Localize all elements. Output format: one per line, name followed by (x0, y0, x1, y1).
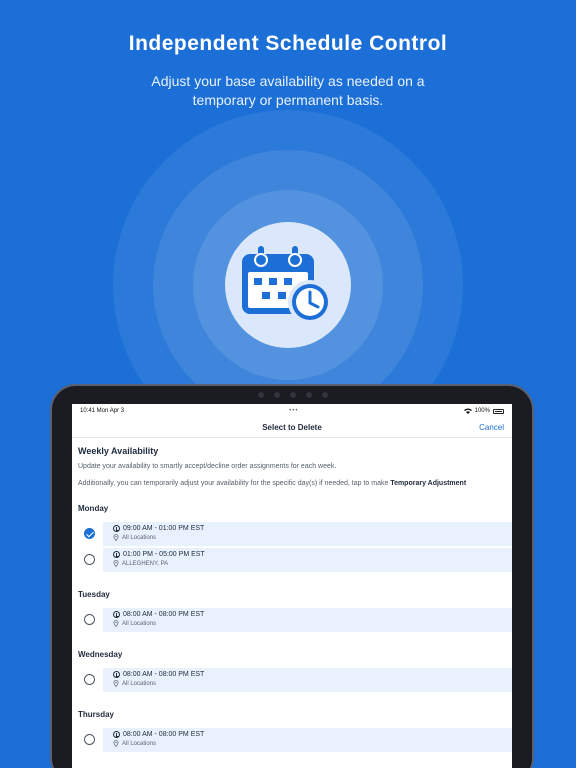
battery-icon (492, 408, 504, 414)
clock-icon (113, 551, 120, 558)
day-heading-monday: Monday (78, 504, 109, 513)
calendar-clock-icon (242, 246, 332, 324)
wifi-icon (463, 408, 472, 414)
clock-icon (113, 671, 120, 678)
camera-dot (322, 392, 328, 398)
availability-slot[interactable]: 09:00 AM - 01:00 PM EST All Locations (78, 522, 512, 546)
slot-checkbox[interactable] (84, 554, 95, 565)
slot-time: 09:00 AM - 01:00 PM EST (123, 525, 205, 532)
slot-card[interactable]: 08:00 AM - 08:00 PM EST All Locations (103, 668, 512, 692)
availability-slot[interactable]: 01:00 PM - 05:00 PM EST ALLEGHENY, PA (78, 548, 512, 572)
slot-checkbox[interactable] (84, 614, 95, 625)
cancel-button[interactable]: Cancel (479, 423, 504, 432)
slot-time: 01:00 PM - 05:00 PM EST (123, 551, 205, 558)
slot-location: All Locations (122, 740, 157, 747)
status-right: 100% (463, 408, 504, 414)
slot-card[interactable]: 08:00 AM - 08:00 PM EST All Locations (103, 728, 512, 752)
nav-bar: Select to Delete Cancel (72, 418, 512, 438)
slot-checkbox[interactable] (84, 674, 95, 685)
location-pin-icon (113, 680, 119, 687)
status-time: 10:41 Mon Apr 3 (80, 408, 125, 414)
slot-card[interactable]: 09:00 AM - 01:00 PM EST All Locations (103, 522, 512, 546)
availability-content: Weekly Availability Update your availabi… (72, 446, 512, 752)
camera-dot (290, 392, 296, 398)
app-screen: 10:41 Mon Apr 3 ••• 100% Select to Delet… (72, 404, 512, 768)
camera-dot (274, 392, 280, 398)
slot-location: All Locations (122, 534, 157, 541)
clock-icon (113, 525, 120, 532)
availability-slot[interactable]: 08:00 AM - 08:00 PM EST All Locations (78, 668, 512, 692)
slot-location: ALLEGHENY, PA (122, 560, 169, 567)
status-bar: 10:41 Mon Apr 3 ••• 100% (72, 404, 512, 418)
multitask-dots-icon[interactable]: ••• (289, 408, 298, 414)
slot-time: 08:00 AM - 08:00 PM EST (123, 731, 205, 738)
day-heading-tuesday: Tuesday (78, 590, 110, 599)
availability-description: Update your availability to smartly acce… (78, 463, 337, 470)
slot-time: 08:00 AM - 08:00 PM EST (123, 671, 205, 678)
headline: Independent Schedule Control (128, 32, 448, 55)
note-text: Additionally, you can temporarily adjust… (78, 480, 389, 487)
location-pin-icon (113, 620, 119, 627)
location-pin-icon (113, 534, 119, 541)
clock-icon (113, 731, 120, 738)
slot-location: All Locations (122, 680, 157, 687)
slot-time: 08:00 AM - 08:00 PM EST (123, 611, 205, 618)
slot-card[interactable]: 08:00 AM - 08:00 PM EST All Locations (103, 608, 512, 632)
temporary-adjustment-link[interactable]: Temporary Adjustment (390, 480, 466, 487)
availability-slot[interactable]: 08:00 AM - 08:00 PM EST All Locations (78, 608, 512, 632)
location-pin-icon (113, 560, 119, 567)
temporary-adjustment-note: Additionally, you can temporarily adjust… (78, 480, 512, 487)
nav-title: Select to Delete (262, 423, 322, 432)
day-heading-wednesday: Wednesday (78, 650, 123, 659)
subline: Adjust your base availability as needed … (151, 73, 425, 108)
location-pin-icon (113, 740, 119, 747)
slot-location: All Locations (122, 620, 157, 627)
clock-icon (113, 611, 120, 618)
slot-card[interactable]: 01:00 PM - 05:00 PM EST ALLEGHENY, PA (103, 548, 512, 572)
camera-dot (306, 392, 312, 398)
battery-percent: 100% (474, 408, 490, 414)
day-heading-thursday: Thursday (78, 710, 115, 719)
slot-checkbox[interactable] (84, 734, 95, 745)
availability-slot[interactable]: 08:00 AM - 08:00 PM EST All Locations (78, 728, 512, 752)
section-title: Weekly Availability (78, 446, 159, 456)
slot-checkbox-checked[interactable] (84, 528, 95, 539)
camera-dot (258, 392, 264, 398)
